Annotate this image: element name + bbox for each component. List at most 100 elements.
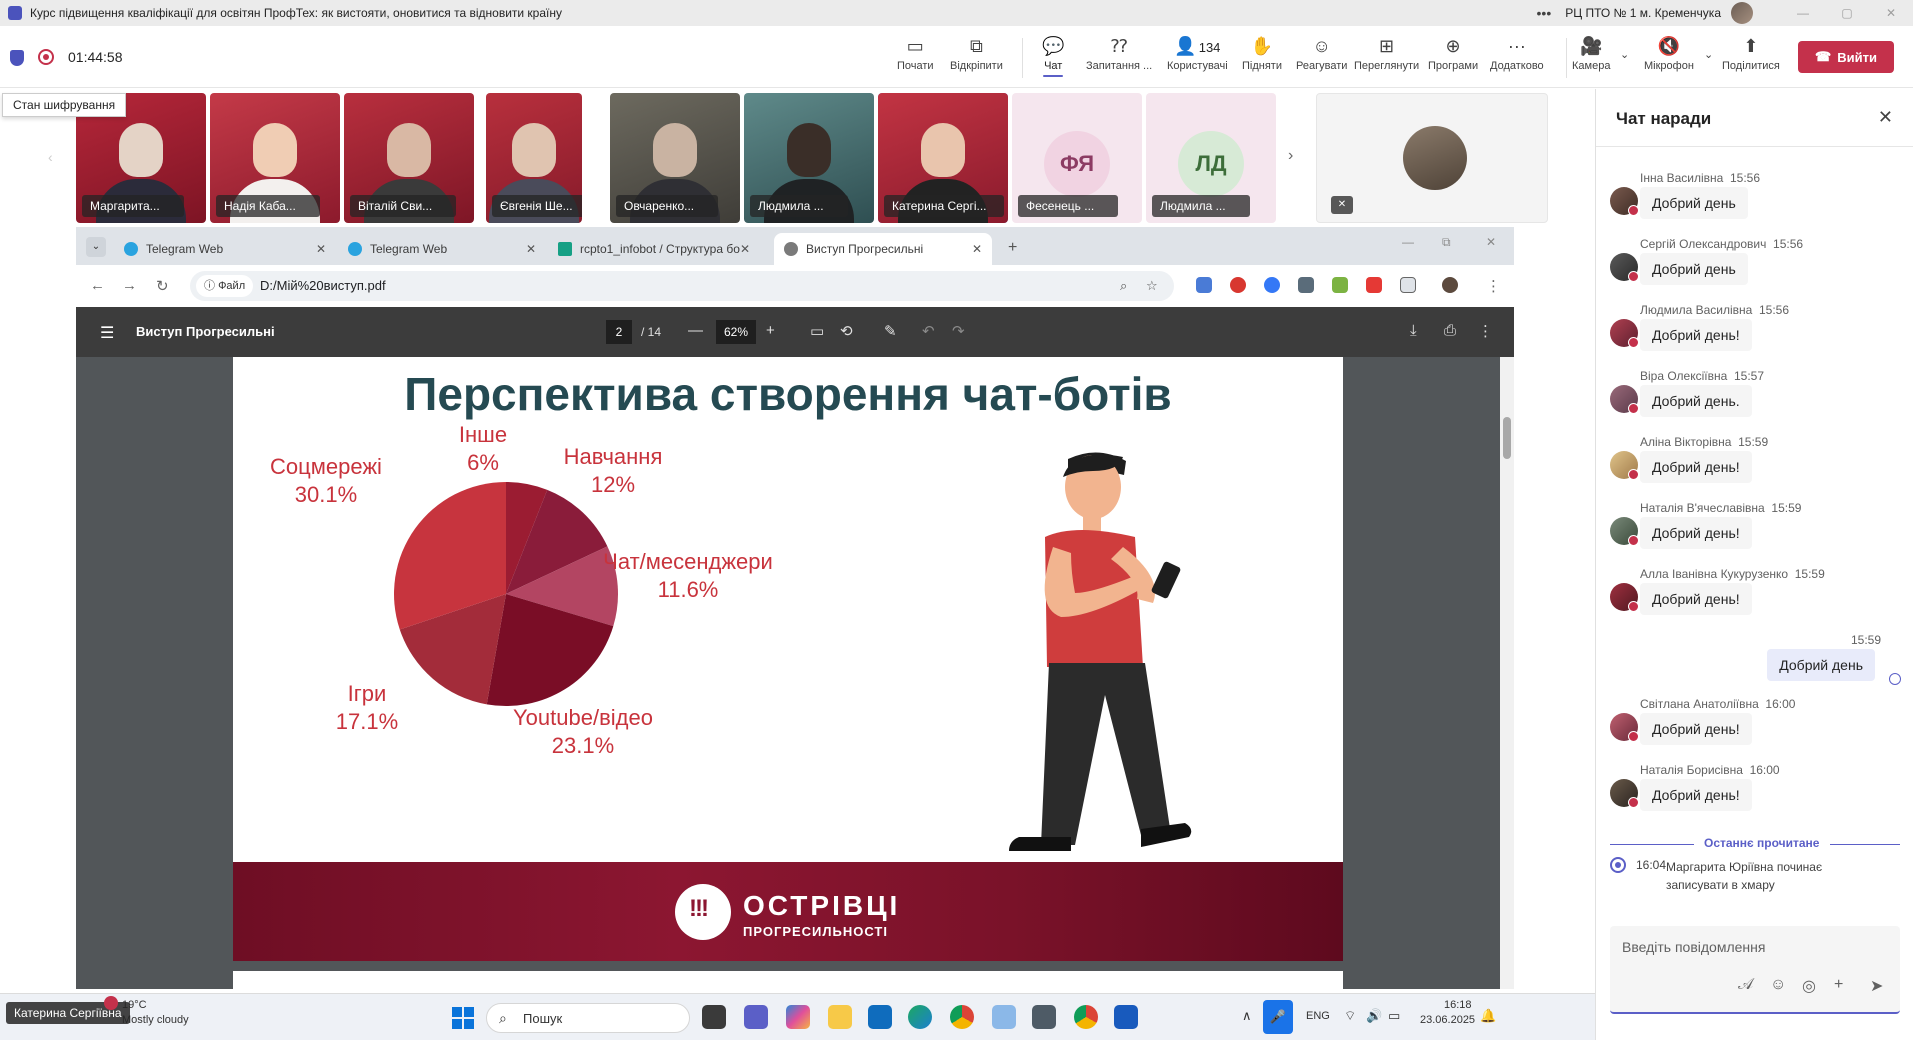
raise-hand-button[interactable]: ✋ Підняти bbox=[1242, 32, 1282, 84]
edge-app-icon[interactable] bbox=[908, 1005, 932, 1029]
notifications-bell-icon[interactable]: 🔔 bbox=[1480, 1008, 1496, 1024]
gallery-next-icon[interactable]: › bbox=[1288, 147, 1293, 165]
input-language[interactable]: ENG bbox=[1306, 1010, 1330, 1022]
extension-tt-icon[interactable] bbox=[1298, 277, 1314, 293]
loop-icon[interactable]: ◎ bbox=[1802, 976, 1816, 996]
zoom-out-icon[interactable]: — bbox=[688, 322, 703, 339]
more-options-icon[interactable]: ••• bbox=[1537, 5, 1552, 21]
address-bar[interactable]: ⓘ Файл D:/Мій%20виступ.pdf ⌕ ☆ bbox=[190, 271, 1174, 301]
tab-close-icon[interactable]: ✕ bbox=[526, 242, 536, 256]
avatar[interactable] bbox=[1610, 253, 1639, 282]
browser-tab[interactable]: Telegram Web ✕ bbox=[338, 233, 546, 265]
clock-time[interactable]: 16:18 bbox=[1444, 999, 1472, 1011]
tab-close-icon[interactable]: ✕ bbox=[740, 242, 750, 256]
unpin-button[interactable]: ⧉ Відкріпити bbox=[950, 32, 1003, 84]
extension-adblock-icon[interactable] bbox=[1230, 277, 1246, 293]
browser-close-icon[interactable]: ✕ bbox=[1486, 235, 1496, 249]
self-view-tile[interactable]: ✕ bbox=[1316, 93, 1548, 223]
avatar[interactable] bbox=[1610, 187, 1639, 216]
fit-page-icon[interactable]: ▭ bbox=[810, 322, 824, 340]
snipping-tool-icon[interactable] bbox=[992, 1005, 1016, 1029]
browser-tab[interactable]: rcpto1_infobot / Структура бо ✕ bbox=[548, 233, 760, 265]
wifi-icon[interactable]: ⌔ bbox=[1344, 1008, 1356, 1024]
battery-icon[interactable]: ▭ bbox=[1388, 1008, 1400, 1024]
chat-button[interactable]: 💬 Чат bbox=[1042, 32, 1064, 84]
print-icon[interactable]: ⎙ bbox=[1444, 322, 1456, 339]
show-hidden-icons[interactable]: ∧ bbox=[1242, 1008, 1252, 1024]
apps-button[interactable]: ⊕ Програми bbox=[1428, 32, 1478, 84]
weather-description[interactable]: Mostly cloudy bbox=[122, 1014, 189, 1026]
avatar[interactable] bbox=[1610, 583, 1639, 612]
tab-close-icon[interactable]: ✕ bbox=[316, 242, 326, 256]
qa-button[interactable]: ⁇ Запитання ... bbox=[1086, 32, 1152, 84]
attach-plus-icon[interactable]: + bbox=[1834, 976, 1843, 994]
participant-tile[interactable]: Надія Каба... bbox=[210, 93, 340, 223]
avatar[interactable] bbox=[1610, 319, 1639, 348]
page-number-input[interactable]: 2 bbox=[606, 320, 632, 344]
taskbar-search[interactable]: ⌕ Пошук bbox=[486, 1003, 690, 1033]
message-compose-box[interactable]: 𝒜 ☺ ◎ + ➤ bbox=[1610, 926, 1900, 1014]
forward-icon[interactable]: → bbox=[122, 277, 137, 294]
participant-tile[interactable]: Євгенія Ше... bbox=[486, 93, 582, 223]
browser-profile-icon[interactable] bbox=[1442, 277, 1458, 293]
message-input[interactable] bbox=[1622, 934, 1882, 960]
extension-translate-icon[interactable] bbox=[1196, 277, 1212, 293]
pdf-scrollbar[interactable] bbox=[1500, 357, 1514, 989]
emoji-icon[interactable]: ☺ bbox=[1770, 976, 1786, 994]
chrome-app-icon-2[interactable] bbox=[1074, 1005, 1098, 1029]
browser-menu-icon[interactable]: ⋮ bbox=[1486, 277, 1501, 295]
react-button[interactable]: ☺ Реагувати bbox=[1296, 32, 1347, 84]
participant-tile[interactable]: Людмила ... bbox=[744, 93, 874, 223]
send-icon[interactable]: ➤ bbox=[1870, 976, 1883, 996]
avatar[interactable] bbox=[1610, 385, 1639, 414]
extensions-puzzle-icon[interactable] bbox=[1400, 277, 1416, 293]
bookmark-star-icon[interactable]: ☆ bbox=[1146, 278, 1158, 294]
mic-in-use-icon[interactable]: 🎤 bbox=[1263, 1000, 1293, 1034]
leave-button[interactable]: ☎ Вийти bbox=[1798, 41, 1894, 73]
tab-close-icon[interactable]: ✕ bbox=[972, 242, 982, 256]
word-app-icon[interactable] bbox=[1114, 1005, 1138, 1029]
participant-tile[interactable]: Овчаренко... bbox=[610, 93, 740, 223]
minimize-icon[interactable]: — bbox=[1781, 6, 1825, 20]
camera-button[interactable]: 🎥 Камера bbox=[1572, 32, 1610, 84]
user-avatar[interactable] bbox=[1731, 2, 1753, 24]
new-tab-icon[interactable]: + bbox=[1008, 239, 1017, 257]
pdf-menu-icon[interactable]: ☰ bbox=[100, 323, 114, 343]
zoom-level-input[interactable]: 62% bbox=[716, 320, 756, 344]
browser-restore-icon[interactable]: ⧉ bbox=[1442, 235, 1451, 250]
close-window-icon[interactable]: ✕ bbox=[1869, 6, 1913, 20]
people-button[interactable]: 👤 134 Користувачі bbox=[1167, 32, 1228, 84]
avatar[interactable] bbox=[1610, 713, 1639, 742]
start-button[interactable]: ▭ Почати bbox=[897, 32, 934, 84]
rotate-icon[interactable]: ⟲ bbox=[840, 322, 853, 340]
format-icon[interactable]: 𝒜 bbox=[1738, 976, 1753, 994]
organization-name[interactable]: РЦ ПТО № 1 м. Кременчука bbox=[1565, 6, 1721, 20]
extension-blue-icon[interactable] bbox=[1264, 277, 1280, 293]
share-button[interactable]: ⬆ Поділитися bbox=[1722, 32, 1780, 84]
download-icon[interactable]: ⤓ bbox=[1410, 322, 1417, 339]
tab-search-icon[interactable]: ⌄ bbox=[86, 237, 106, 257]
undo-icon[interactable]: ↶ bbox=[922, 322, 935, 340]
annotate-icon[interactable]: ✎ bbox=[884, 322, 897, 340]
zoom-in-icon[interactable]: + bbox=[766, 322, 775, 339]
view-button[interactable]: ⊞ Переглянути bbox=[1354, 32, 1419, 84]
pdf-viewport[interactable]: Перспектива створення чат-ботів Інше 6% На… bbox=[76, 357, 1514, 989]
task-view-icon[interactable] bbox=[702, 1005, 726, 1029]
reload-icon[interactable]: ↻ bbox=[156, 277, 169, 295]
close-icon[interactable]: ✕ bbox=[1878, 107, 1893, 128]
zoom-icon[interactable]: ⌕ bbox=[1120, 278, 1127, 294]
avatar[interactable] bbox=[1610, 779, 1639, 808]
browser-tab[interactable]: Telegram Web ✕ bbox=[114, 233, 336, 265]
mic-button[interactable]: 🔇 Мікрофон bbox=[1644, 32, 1694, 84]
browser-minimize-icon[interactable]: — bbox=[1402, 235, 1414, 249]
maximize-icon[interactable]: ▢ bbox=[1825, 6, 1869, 20]
avatar[interactable] bbox=[1610, 517, 1639, 546]
more-button[interactable]: ··· Додатково bbox=[1490, 32, 1544, 84]
pdf-more-icon[interactable]: ⋮ bbox=[1478, 322, 1493, 340]
copilot-app-icon[interactable] bbox=[786, 1005, 810, 1029]
participant-tile[interactable]: Віталій Сви... bbox=[344, 93, 474, 223]
gallery-prev-icon[interactable]: ‹ bbox=[48, 149, 53, 165]
encryption-shield-icon[interactable] bbox=[10, 50, 24, 66]
extension-green-icon[interactable] bbox=[1332, 277, 1348, 293]
participant-tile[interactable]: ЛД Людмила ... bbox=[1146, 93, 1276, 223]
